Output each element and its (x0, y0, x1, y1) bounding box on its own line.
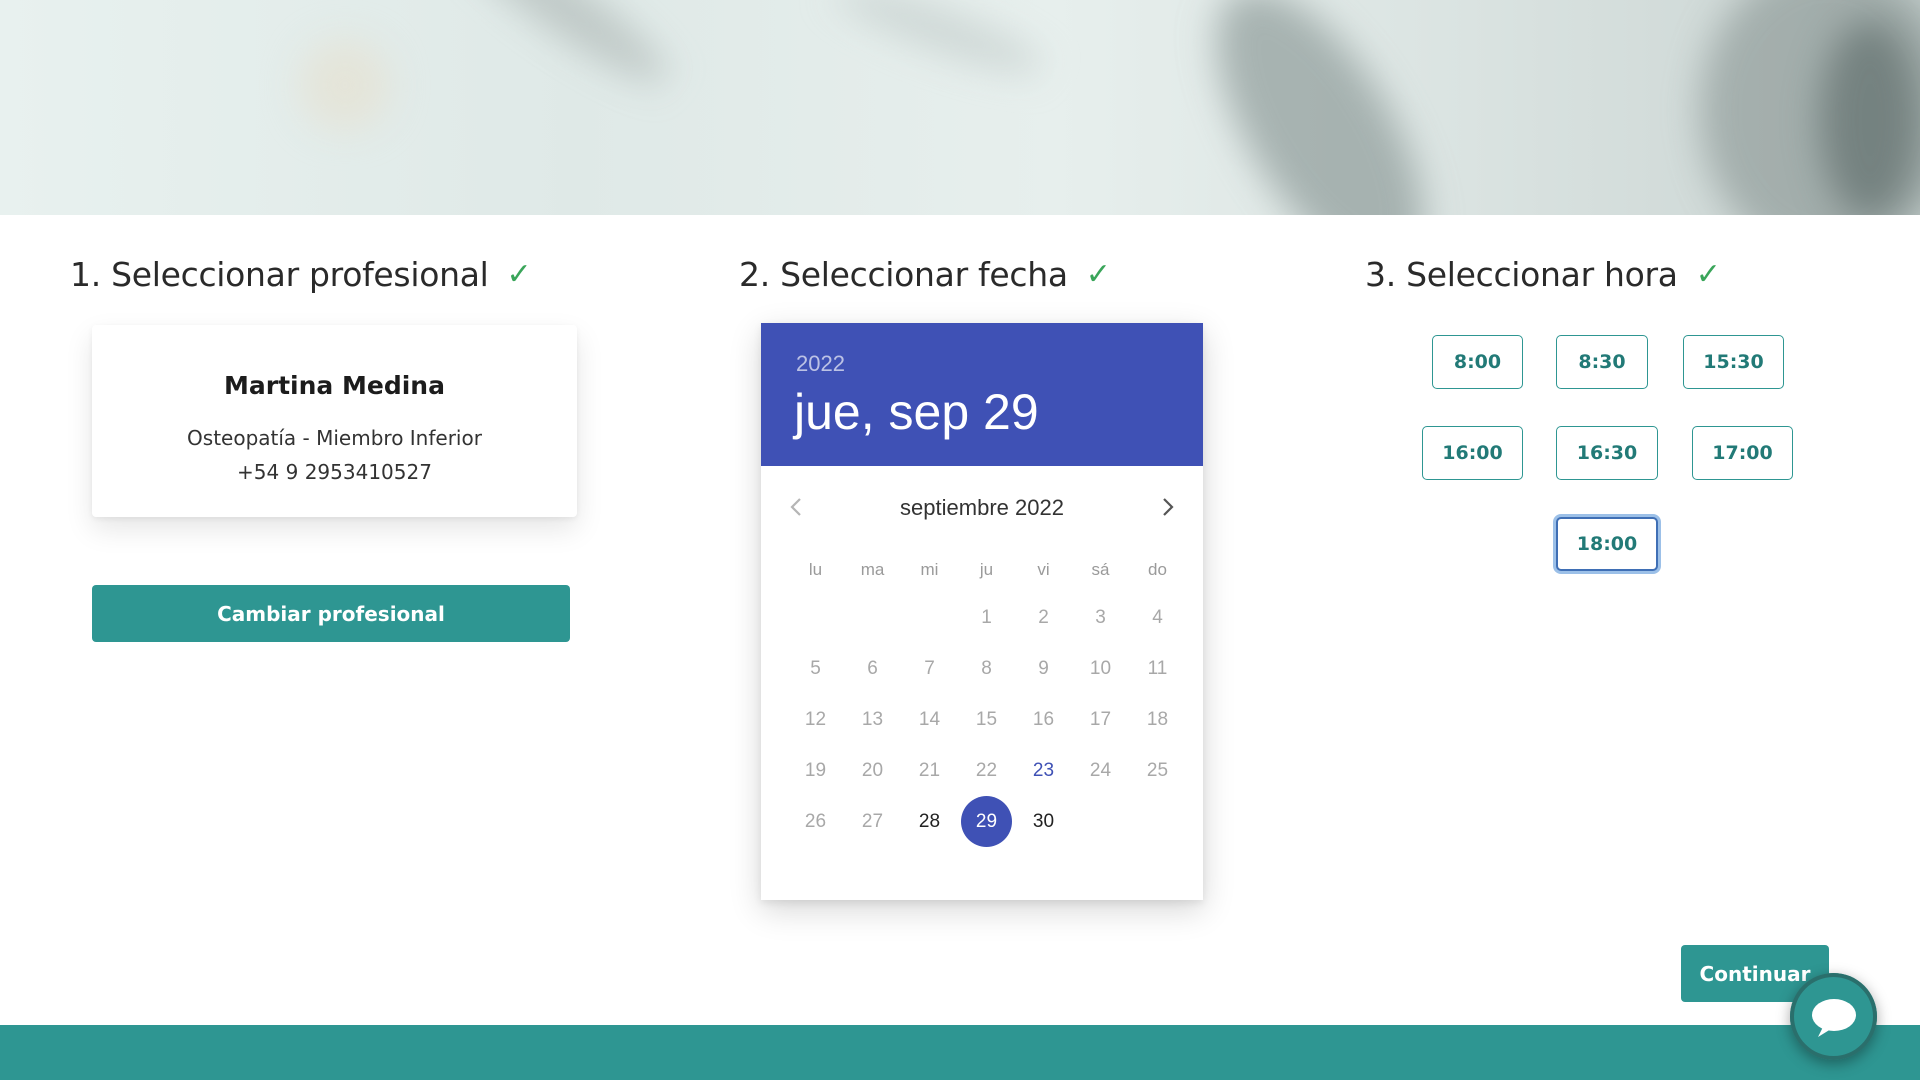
date-picker-year[interactable]: 2022 (796, 351, 845, 377)
change-professional-button[interactable]: Cambiar profesional (92, 585, 570, 642)
step-title-professional-label: 1. Seleccionar profesional (70, 255, 489, 294)
calendar-day: 12 (804, 708, 827, 730)
step-title-professional: 1. Seleccionar profesional ✓ (70, 255, 532, 294)
time-slot-button[interactable]: 16:30 (1556, 426, 1658, 480)
step-title-date: 2. Seleccionar fecha ✓ (739, 255, 1111, 294)
calendar-day: 8 (981, 657, 992, 679)
professional-specialty: Osteopatía - Miembro Inferior (187, 426, 482, 450)
chat-button[interactable] (1790, 973, 1877, 1060)
month-navigation: septiembre 2022 (761, 466, 1203, 548)
calendar-day-today: 23 (1032, 759, 1055, 781)
date-picker-selected-date[interactable]: jue, sep 29 (794, 383, 1039, 441)
calendar-day: 10 (1089, 657, 1112, 679)
step-title-time-label: 3. Seleccionar hora (1365, 255, 1678, 294)
professional-card: Martina Medina Osteopatía - Miembro Infe… (92, 325, 577, 517)
calendar-grid: 1 2 3 4 5 6 7 8 9 10 11 12 13 14 15 16 17 18 19 20 21 22 23 24 2… (761, 592, 1203, 847)
time-slot-button[interactable]: 15:30 (1683, 335, 1784, 389)
weekday-label: ju (979, 560, 994, 579)
calendar-day: 27 (861, 810, 884, 832)
date-picker-header: 2022 jue, sep 29 (761, 323, 1203, 466)
calendar-day: 13 (861, 708, 884, 730)
weekday-label: ma (860, 560, 885, 579)
check-icon: ✓ (506, 256, 532, 292)
calendar-day: 19 (804, 759, 827, 781)
weekday-label: vi (1037, 560, 1050, 579)
time-slot-button[interactable]: 8:00 (1432, 335, 1523, 389)
calendar-day: 7 (924, 657, 935, 679)
chevron-right-icon[interactable] (1153, 492, 1183, 522)
time-slot-button[interactable]: 16:00 (1422, 426, 1523, 480)
weekday-label: do (1148, 560, 1167, 579)
calendar-day: 24 (1089, 759, 1112, 781)
hero-banner-image (0, 0, 1920, 215)
calendar-day-selected[interactable]: 29 (961, 796, 1012, 847)
calendar-day[interactable]: 28 (904, 796, 955, 847)
month-label: septiembre 2022 (900, 495, 1064, 520)
date-picker: 2022 jue, sep 29 septiembre 2022 lu ma mi j… (761, 323, 1203, 900)
calendar-day: 20 (861, 759, 884, 781)
calendar-day: 9 (1038, 657, 1049, 679)
calendar-day: 22 (975, 759, 998, 781)
calendar-day: 26 (804, 810, 827, 832)
step-title-date-label: 2. Seleccionar fecha (739, 255, 1068, 294)
step-title-time: 3. Seleccionar hora ✓ (1365, 255, 1721, 294)
calendar-week-row: 5 6 7 8 9 10 11 (787, 643, 1203, 694)
time-slot-button[interactable]: 8:30 (1556, 335, 1648, 389)
calendar-day: 11 (1147, 657, 1168, 679)
professional-phone: +54 9 2953410527 (237, 460, 432, 484)
calendar-week-row: 12 13 14 15 16 17 18 (787, 694, 1203, 745)
weekday-label: lu (808, 560, 823, 579)
calendar-week-row: 1 2 3 4 (787, 592, 1203, 643)
calendar-day: 6 (867, 657, 878, 679)
professional-name: Martina Medina (224, 371, 445, 400)
check-icon: ✓ (1695, 256, 1721, 292)
calendar-day[interactable]: 30 (1018, 796, 1069, 847)
calendar-day: 14 (918, 708, 941, 730)
calendar-day: 2 (1038, 606, 1049, 628)
calendar-day: 17 (1089, 708, 1112, 730)
calendar-day: 18 (1146, 708, 1169, 730)
calendar-week-row: 19 20 21 22 23 24 25 (787, 745, 1203, 796)
time-slot-button[interactable]: 17:00 (1692, 426, 1793, 480)
calendar-day: 4 (1152, 606, 1163, 628)
weekday-label: mi (920, 560, 939, 579)
calendar-day: 25 (1146, 759, 1169, 781)
calendar-day: 15 (975, 708, 998, 730)
check-icon: ✓ (1085, 256, 1111, 292)
calendar-day: 16 (1032, 708, 1055, 730)
weekday-label: sá (1091, 560, 1110, 579)
chat-bubble-icon (1811, 998, 1856, 1037)
calendar-day: 5 (810, 657, 821, 679)
calendar-week-row: 26 27 28 29 30 (787, 796, 1203, 847)
calendar-day: 3 (1095, 606, 1106, 628)
footer-bar (0, 1025, 1920, 1080)
time-slot-button-selected[interactable]: 18:00 (1556, 517, 1658, 571)
calendar-day: 21 (918, 759, 941, 781)
weekday-header: lu ma mi ju vi sá do (787, 548, 1203, 592)
calendar-day: 1 (981, 606, 992, 628)
